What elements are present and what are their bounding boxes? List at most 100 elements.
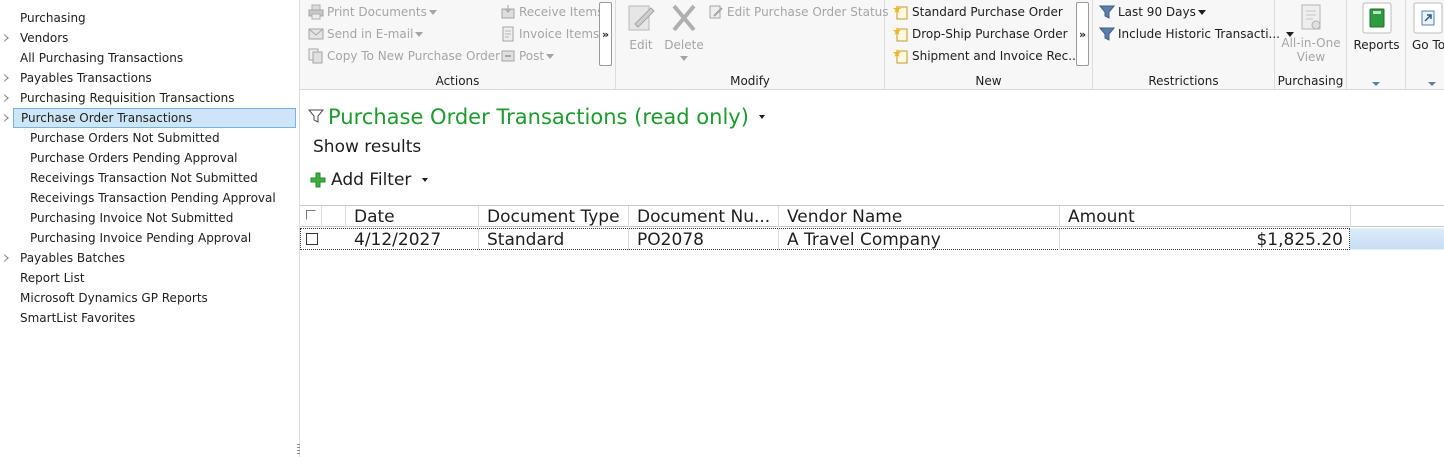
column-header-vendor-name[interactable]: Vendor Name [779, 206, 1060, 227]
goto-button[interactable]: Go To [1412, 2, 1444, 52]
nav-item-all-purchasing-transactions[interactable]: All Purchasing Transactions [20, 48, 183, 68]
list-content: Purchase Order Transactions (read only) … [300, 91, 1444, 457]
nav-item-payables-batches[interactable]: Payables Batches [20, 248, 125, 268]
copy-to-new-po-button[interactable]: Copy To New Purchase Order [308, 46, 500, 66]
edit-pencil-icon [625, 2, 657, 34]
table-row[interactable]: 4/12/2027 Standard PO2078 A Travel Compa… [300, 228, 1444, 250]
nav-item-label: SmartList Favorites [20, 311, 136, 325]
goto-arrow-icon [1412, 2, 1444, 34]
nav-item-purchasing-invoice-pending-approval[interactable]: Purchasing Invoice Pending Approval [30, 228, 251, 248]
post-button[interactable]: Post [500, 46, 555, 66]
nav-item-label: Microsoft Dynamics GP Reports [20, 291, 208, 305]
expand-arrow-icon[interactable] [4, 74, 9, 82]
standard-po-button[interactable]: Standard Purchase Order [893, 2, 1063, 22]
actions-group-label: Actions [435, 74, 480, 88]
nav-item-purchase-orders-not-submitted[interactable]: Purchase Orders Not Submitted [30, 128, 220, 148]
purchasing-group: All-in-One View Purchasing [1275, 0, 1347, 90]
nav-item-label: Purchasing Requisition Transactions [20, 91, 235, 105]
reports-group: Reports [1347, 0, 1406, 90]
results-grid: Date Document Type Document Nu... Vendor… [300, 205, 1444, 253]
nav-item-purchasing-invoice-not-submitted[interactable]: Purchasing Invoice Not Submitted [30, 208, 233, 228]
actions-more-button[interactable]: » [599, 2, 612, 66]
nav-item-purchasing-requisition-transactions[interactable]: Purchasing Requisition Transactions [20, 88, 235, 108]
shipment-invoice-button[interactable]: Shipment and Invoice Rec... [893, 46, 1080, 66]
modify-group-label: Modify [730, 74, 770, 88]
nav-item-microsoft-dynamics-gp-reports[interactable]: Microsoft Dynamics GP Reports [20, 288, 208, 308]
chevron-down-icon [1197, 9, 1206, 15]
page-title: Purchase Order Transactions (read only) [328, 105, 749, 129]
drop-ship-po-button[interactable]: Drop-Ship Purchase Order [893, 24, 1068, 44]
email-icon [308, 26, 324, 42]
reports-group-dropdown[interactable] [1372, 82, 1380, 86]
nav-item-purchase-orders-pending-approval[interactable]: Purchase Orders Pending Approval [30, 148, 238, 168]
edit-status-icon [708, 4, 724, 20]
filter-icon [1099, 4, 1115, 20]
column-header-date[interactable]: Date [346, 206, 479, 227]
all-in-one-view-button[interactable]: All-in-One View [1279, 2, 1343, 64]
add-filter-button[interactable]: Add Filter [310, 170, 429, 190]
edit-po-status-button[interactable]: Edit Purchase Order Status [708, 2, 889, 22]
all-in-one-view-icon [1295, 2, 1327, 34]
historic-transactions-dropdown[interactable]: Include Historic Transacti... [1099, 24, 1294, 44]
send-in-email-button[interactable]: Send in E-mail [308, 24, 424, 44]
nav-item-receivings-transaction-pending-approval[interactable]: Receivings Transaction Pending Approval [30, 188, 276, 208]
purchasing-group-label: Purchasing [1277, 74, 1344, 88]
nav-item-smartlist-favorites[interactable]: SmartList Favorites [20, 308, 135, 328]
post-icon [500, 48, 516, 64]
new-group-label: New [975, 74, 1002, 88]
new-document-star-icon [893, 26, 909, 42]
expand-arrow-icon[interactable] [4, 254, 9, 262]
edit-button[interactable]: Edit [624, 2, 658, 52]
new-more-button[interactable]: » [1076, 2, 1089, 66]
nav-item-label: Purchase Orders Not Submitted [30, 131, 220, 145]
grid-header: Date Document Type Document Nu... Vendor… [300, 205, 1444, 227]
goto-group: Go To [1406, 0, 1444, 90]
column-header-document-number[interactable]: Document Nu... [629, 206, 779, 227]
cell-vendor-name: A Travel Company [779, 229, 1060, 250]
nav-item-report-list[interactable]: Report List [20, 268, 85, 288]
goto-group-dropdown[interactable] [1428, 82, 1436, 86]
add-plus-icon [310, 172, 326, 188]
date-range-dropdown[interactable]: Last 90 Days [1099, 2, 1206, 22]
nav-item-receivings-transaction-not-submitted[interactable]: Receivings Transaction Not Submitted [30, 168, 258, 188]
filter-icon [1099, 26, 1115, 42]
column-header-amount[interactable]: Amount [1060, 206, 1351, 227]
print-documents-button[interactable]: Print Documents [308, 2, 437, 22]
receive-items-button[interactable]: Receive Items [500, 2, 603, 22]
nav-item-payables-transactions[interactable]: Payables Transactions [20, 68, 152, 88]
indicator-column [322, 206, 346, 227]
expand-arrow-icon[interactable] [4, 114, 9, 122]
nav-item-label: Payables Transactions [20, 71, 152, 85]
navigation-pane: Purchasing Vendors All Purchasing Transact… [0, 0, 300, 457]
show-results-label: Show results [313, 137, 422, 157]
expand-arrow-icon[interactable] [4, 34, 9, 42]
chevron-down-icon[interactable] [758, 115, 765, 119]
row-selection-highlight [1350, 229, 1444, 249]
modify-group: Edit Delete Edit Purchase Order Status M… [616, 0, 889, 90]
ribbon: Print Documents Send in E-mail Copy To N… [300, 0, 1444, 90]
nav-item-label: Vendors [20, 31, 69, 45]
select-all-checkbox[interactable] [306, 210, 316, 220]
nav-item-purchase-order-transactions[interactable]: Purchase Order Transactions [13, 108, 296, 128]
row-checkbox[interactable] [306, 233, 318, 245]
select-all-column[interactable] [300, 206, 322, 227]
new-group: Standard Purchase Order Drop-Ship Purcha… [885, 0, 1093, 90]
new-document-star-icon [893, 48, 909, 64]
reports-button[interactable]: Reports [1351, 2, 1402, 52]
column-header-document-type[interactable]: Document Type [479, 206, 629, 227]
expand-arrow-icon[interactable] [4, 94, 9, 102]
list-title[interactable]: Purchase Order Transactions (read only) [307, 103, 765, 131]
nav-item-vendors[interactable]: Vendors [20, 28, 68, 48]
reports-book-icon [1361, 2, 1393, 34]
nav-item-label: Purchasing [20, 11, 86, 25]
delete-button[interactable]: Delete [664, 2, 704, 61]
actions-group: Print Documents Send in E-mail Copy To N… [300, 0, 616, 90]
cell-document-number: PO2078 [629, 229, 779, 250]
nav-item-label: Purchase Orders Pending Approval [30, 151, 238, 165]
nav-item-label: Payables Batches [20, 251, 126, 265]
chevron-down-icon [415, 31, 424, 37]
nav-item-purchasing[interactable]: Purchasing [20, 8, 86, 28]
receive-box-icon [500, 4, 516, 20]
invoice-items-button[interactable]: Invoice Items [500, 24, 599, 44]
chevron-down-icon [422, 178, 429, 182]
